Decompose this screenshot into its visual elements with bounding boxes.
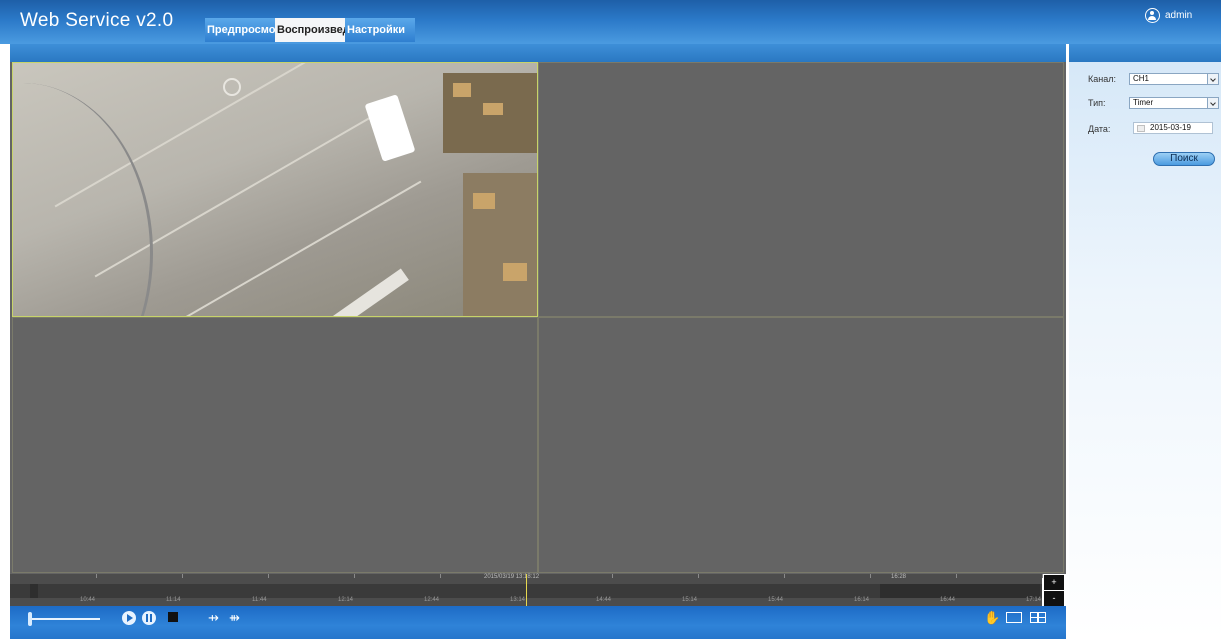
timeline-time-label: 15:44 — [768, 597, 784, 603]
pause-icon[interactable] — [142, 611, 156, 625]
timeline-time-label: 17:14 — [1026, 597, 1042, 603]
user-name: admin — [1165, 10, 1193, 21]
wall-heater — [327, 268, 409, 316]
timeline-time-label: 13:14 — [510, 597, 526, 603]
timeline-tick — [440, 574, 441, 578]
type-label: Тип: — [1088, 98, 1106, 108]
stop-icon[interactable] — [168, 612, 178, 622]
volume-slider[interactable] — [24, 612, 100, 626]
header-bar: Web Service v2.0 Предпросмотр Воспроизве… — [0, 0, 1221, 44]
shelf-box — [483, 103, 503, 115]
timeline-time-label: 16:44 — [940, 597, 956, 603]
timeline-tick — [354, 574, 355, 578]
timeline-tick — [612, 574, 613, 578]
date-field-value: 2015-03-19 — [1150, 123, 1191, 132]
channel-select-value: CH1 — [1133, 74, 1150, 83]
tab-settings[interactable]: Настройки — [345, 18, 415, 42]
timeline-zoom-out-button[interactable]: - — [1044, 591, 1064, 606]
user-icon — [1145, 8, 1160, 23]
tab-playback[interactable]: Воспроизведение — [275, 18, 345, 42]
timeline-zoom-in-button[interactable]: + — [1044, 575, 1064, 590]
timeline-time-label: 12:14 — [338, 597, 354, 603]
playback-controls: ⇸ ⇻ ✋ — [10, 606, 1066, 639]
quad-layout-icon[interactable] — [1030, 612, 1046, 623]
volume-knob[interactable] — [28, 612, 32, 626]
chevron-down-icon — [1207, 98, 1218, 108]
slow-forward-icon[interactable]: ⇸ — [208, 611, 222, 625]
timeline-time-label: 12:44 — [424, 597, 440, 603]
timeline-time-label: 15:14 — [682, 597, 698, 603]
channel-label: Канал: — [1088, 74, 1116, 84]
type-select[interactable]: Timer — [1129, 97, 1219, 109]
timeline-current-date: 2015/03/19 13:18:12 — [484, 574, 540, 580]
type-select-value: Timer — [1133, 98, 1154, 107]
lens-edge — [13, 83, 153, 316]
video-toolbar-strip — [10, 44, 1066, 62]
play-icon[interactable] — [122, 611, 136, 625]
timeline-cursor[interactable] — [526, 574, 527, 606]
video-cell-2[interactable] — [538, 62, 1064, 317]
timeline-time-label: 10:44 — [80, 597, 96, 603]
timeline-record-segment — [880, 584, 1040, 598]
shelf-box — [473, 193, 495, 209]
single-layout-icon[interactable] — [1006, 612, 1022, 623]
playback-timeline[interactable]: 10:44 11:14 11:44 12:14 12:44 13:14 14:44 15:14… — [10, 574, 1043, 606]
date-field[interactable]: 2015-03-19 — [1133, 122, 1213, 134]
app-title: Web Service v2.0 — [20, 10, 174, 31]
timeline-record-segment — [30, 584, 38, 598]
channel-select[interactable]: CH1 — [1129, 73, 1219, 85]
timeline-tick — [268, 574, 269, 578]
timeline-mark-label: 16:28 — [891, 574, 907, 580]
timeline-tick — [698, 574, 699, 578]
timeline-time-label: 16:14 — [854, 597, 870, 603]
search-panel: Канал: CH1 Тип: Timer Дата: 2015-03-19 П… — [1069, 62, 1221, 639]
timeline-tick — [96, 574, 97, 578]
chevron-down-icon — [1207, 74, 1218, 84]
tab-preview[interactable]: Предпросмотр — [205, 18, 275, 42]
date-label: Дата: — [1088, 124, 1111, 134]
shelf-box — [503, 263, 527, 281]
user-menu[interactable]: admin — [1145, 8, 1192, 23]
fast-forward-icon[interactable]: ⇻ — [229, 611, 243, 625]
video-grid — [10, 62, 1066, 574]
shelf-box — [453, 83, 471, 97]
panel-toolbar-strip — [1069, 44, 1221, 62]
search-button[interactable]: Поиск — [1153, 152, 1215, 166]
timeline-tick — [956, 574, 957, 578]
timeline-time-label: 11:44 — [252, 597, 267, 603]
timeline-tick — [784, 574, 785, 578]
ceiling-sensor — [223, 78, 241, 96]
timeline-tick — [870, 574, 871, 578]
video-cell-3[interactable] — [12, 317, 538, 573]
video-cell-4[interactable] — [538, 317, 1064, 573]
timeline-time-label: 14:44 — [596, 597, 612, 603]
video-cell-1[interactable] — [12, 62, 538, 317]
main-tabs: Предпросмотр Воспроизведение Настройки — [205, 18, 415, 42]
ceiling-light — [364, 94, 416, 162]
timeline-time-label: 11:14 — [166, 597, 181, 603]
hand-icon[interactable]: ✋ — [984, 611, 1000, 625]
calendar-icon — [1137, 125, 1145, 132]
volume-track — [28, 618, 100, 620]
timeline-tick — [182, 574, 183, 578]
timeline-tick — [1042, 574, 1043, 578]
